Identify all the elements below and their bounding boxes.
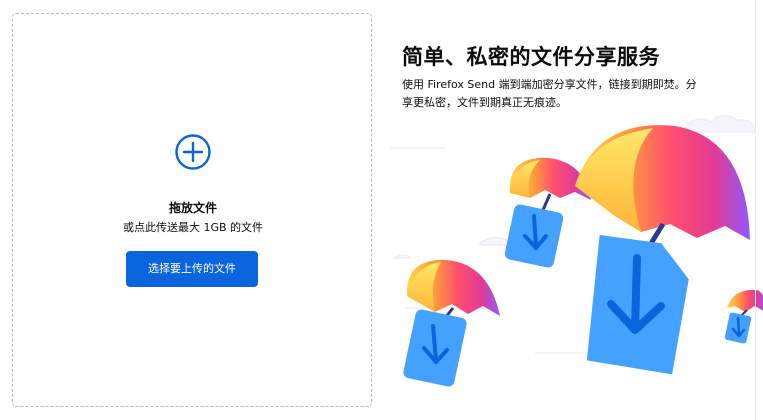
parachute-large (575, 125, 750, 375)
file-drop-zone[interactable]: 拖放文件 或点此传送最大 1GB 的文件 选择要上传的文件 (12, 13, 372, 407)
send-home-page: 拖放文件 或点此传送最大 1GB 的文件 选择要上传的文件 简单、私密的文件分享… (0, 0, 763, 420)
select-files-button[interactable]: 选择要上传的文件 (126, 251, 258, 287)
parachute-small-left (403, 259, 500, 387)
page-description: 使用 Firefox Send 端到端加密分享文件，链接到期即焚。分享更私密，文… (402, 78, 697, 109)
parachute-download-illustration (390, 115, 763, 387)
drop-subtitle: 或点此传送最大 1GB 的文件 (122, 221, 264, 234)
add-circle-icon[interactable] (174, 133, 212, 171)
parachute-small-top (504, 157, 591, 268)
drop-title: 拖放文件 (168, 201, 217, 215)
parachute-tiny-right (724, 289, 763, 344)
page-headline: 简单、私密的文件分享服务 (402, 45, 660, 69)
page-edge-divider (755, 0, 756, 420)
